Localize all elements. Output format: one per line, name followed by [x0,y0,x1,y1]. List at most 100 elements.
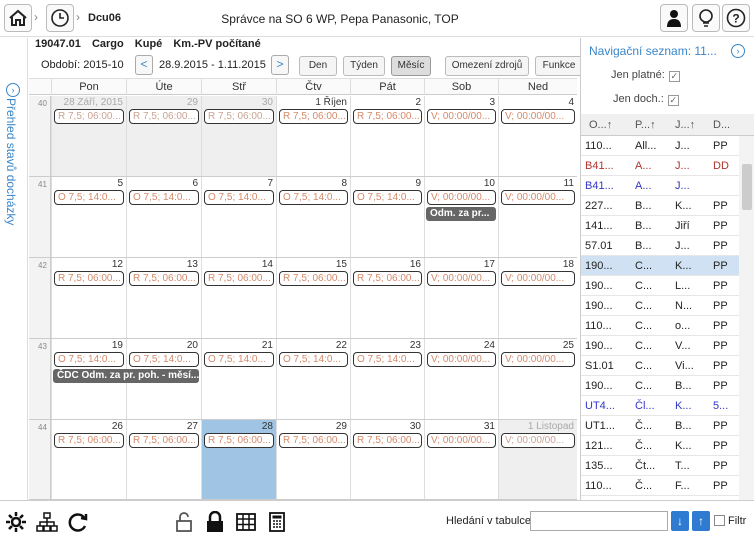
day-cell[interactable]: 26 R 7,5; 06:00... [51,420,126,499]
day-cell[interactable]: 7O 7,5; 14:0... [201,177,276,257]
shift-chip[interactable]: O 7,5; 14:0... [204,352,274,367]
day-cell[interactable]: 23 O 7,5; 14:0... [350,339,424,419]
shift-chip[interactable]: R 7,5; 06:00... [279,109,348,124]
day-cell[interactable]: 1 Listopad V; 00:00/00... [498,420,577,499]
table-row[interactable]: 190... C... N... PP [581,296,739,316]
unlock-icon[interactable] [173,511,195,533]
day-cell[interactable]: 29 R 7,5; 06:00... [276,420,350,499]
refresh-icon[interactable] [67,511,89,533]
shift-chip[interactable]: R 7,5; 06:00... [129,271,199,286]
day-cell[interactable]: 8O 7,5; 14:0... [276,177,350,257]
lock-icon[interactable] [204,511,226,533]
day-cell[interactable]: 25 V; 00:00/00... [498,339,577,419]
column-header[interactable]: O...↑ [585,114,612,136]
shift-chip[interactable]: V; 00:00/00... [427,271,496,286]
table-icon[interactable] [235,511,257,533]
shift-chip[interactable]: V; 00:00/00... [427,109,496,124]
day-cell[interactable]: 31 V; 00:00/00... [424,420,498,499]
table-row[interactable]: UT4... Čl... K... 5... [581,396,739,416]
next-button[interactable]: > [271,55,289,75]
day-cell[interactable]: 18 V; 00:00/00... [498,258,577,338]
shift-chip[interactable]: R 7,5; 06:00... [353,433,422,448]
table-row[interactable]: 110... C... o... PP [581,316,739,336]
day-cell[interactable]: 14 R 7,5; 06:00... [201,258,276,338]
shift-chip[interactable]: R 7,5; 06:00... [129,109,199,124]
table-row[interactable]: 227... B... K... PP [581,196,739,216]
day-cell[interactable]: 29 R 7,5; 06:00... [126,96,201,176]
user-icon[interactable] [660,4,688,32]
day-cell[interactable]: 1 Říjen R 7,5; 06:00... [276,96,350,176]
column-header[interactable]: D... [709,114,730,136]
help-icon[interactable]: ? [722,4,750,32]
table-row[interactable]: 190... C... V... PP [581,336,739,356]
table-search-input[interactable] [530,511,668,531]
shift-chip[interactable]: O 7,5; 14:0... [129,352,199,367]
day-cell[interactable]: 9O 7,5; 14:0... [350,177,424,257]
day-cell[interactable]: 28 R 7,5; 06:00... [201,420,276,499]
day-cell[interactable]: 28 Září, 2015 R 7,5; 06:00... [51,96,126,176]
shift-chip[interactable]: V; 00:00/00... [427,352,496,367]
view-week-button[interactable]: Týden [343,56,385,76]
shift-chip[interactable]: V; 00:00/00... [427,190,496,205]
hierarchy-icon[interactable] [36,511,58,533]
table-row[interactable]: UT1... Č... B... PP [581,416,739,436]
lightbulb-icon[interactable] [692,4,720,32]
shift-chip[interactable]: R 7,5; 06:00... [353,109,422,124]
event-bar[interactable]: Odm. za pr... [426,207,496,221]
column-header[interactable]: P...↑ [631,114,656,136]
settings-icon[interactable] [5,511,27,533]
shift-chip[interactable]: O 7,5; 14:0... [129,190,199,205]
shift-chip[interactable]: O 7,5; 14:0... [279,190,348,205]
event-bar[interactable]: ČDC Odm. za pr. poh. - měsí... [53,369,199,383]
view-day-button[interactable]: Den [299,56,337,76]
shift-chip[interactable]: O 7,5; 14:0... [54,190,124,205]
table-row[interactable]: B41... A... J... [581,176,739,196]
table-row[interactable]: 135... Čt... T... PP [581,456,739,476]
table-row[interactable]: 190... C... K... PP [581,256,739,276]
shift-chip[interactable]: V; 00:00/00... [501,109,575,124]
table-row[interactable]: 121... Č... K... PP [581,436,739,456]
day-cell[interactable]: 17 V; 00:00/00... [424,258,498,338]
scroll-thumb[interactable] [742,164,752,210]
table-row[interactable]: 190... C... B... PP [581,376,739,396]
prev-button[interactable]: < [135,55,153,75]
search-down-button[interactable]: ↓ [671,511,689,531]
day-cell[interactable]: 27 R 7,5; 06:00... [126,420,201,499]
filter-valid-checkbox[interactable]: ✓ [668,71,680,82]
table-row[interactable]: 190... C... L... PP [581,276,739,296]
functions-button[interactable]: Funkce [535,56,583,76]
table-row[interactable]: 110... All... J... PP [581,136,739,156]
filter-attendance-checkbox[interactable]: ✓ [667,95,679,106]
filter-toggle[interactable]: Filtr [714,515,746,527]
shift-chip[interactable]: V; 00:00/00... [501,271,575,286]
view-month-button[interactable]: Měsíc [391,56,431,76]
table-row[interactable]: 110... Č... F... PP [581,476,739,496]
collapse-icon[interactable]: › [6,83,20,97]
day-cell[interactable]: 24 V; 00:00/00... [424,339,498,419]
nav-table-scrollbar[interactable] [739,136,754,500]
table-row[interactable]: S1.01 C... Vi... PP [581,356,739,376]
filter-attendance[interactable]: Jen doch.: ✓ [613,93,679,106]
day-cell[interactable]: 21 O 7,5; 14:0... [201,339,276,419]
day-cell[interactable]: 22 O 7,5; 14:0... [276,339,350,419]
table-row[interactable]: 141... B... Jiří PP [581,216,739,236]
column-header[interactable]: J...↑ [671,114,695,136]
shift-chip[interactable]: V; 00:00/00... [501,352,575,367]
shift-chip[interactable]: R 7,5; 06:00... [279,271,348,286]
shift-chip[interactable]: R 7,5; 06:00... [129,433,199,448]
search-up-button[interactable]: ↑ [692,511,710,531]
shift-chip[interactable]: V; 00:00/00... [501,433,575,448]
shift-chip[interactable]: V; 00:00/00... [501,190,575,205]
day-cell[interactable]: 2R 7,5; 06:00... [350,96,424,176]
shift-chip[interactable]: O 7,5; 14:0... [353,352,422,367]
table-row[interactable]: B41... A... J... DD [581,156,739,176]
day-cell[interactable]: 4 V; 00:00/00... [498,96,577,176]
calculator-icon[interactable] [266,511,288,533]
table-row[interactable]: 57.01 B... J... PP [581,236,739,256]
day-cell[interactable]: 30 R 7,5; 06:00... [201,96,276,176]
day-cell[interactable]: 13 R 7,5; 06:00... [126,258,201,338]
shift-chip[interactable]: R 7,5; 06:00... [54,433,124,448]
clock-icon[interactable] [46,4,74,32]
day-cell[interactable]: 6O 7,5; 14:0... [126,177,201,257]
shift-chip[interactable]: O 7,5; 14:0... [204,190,274,205]
